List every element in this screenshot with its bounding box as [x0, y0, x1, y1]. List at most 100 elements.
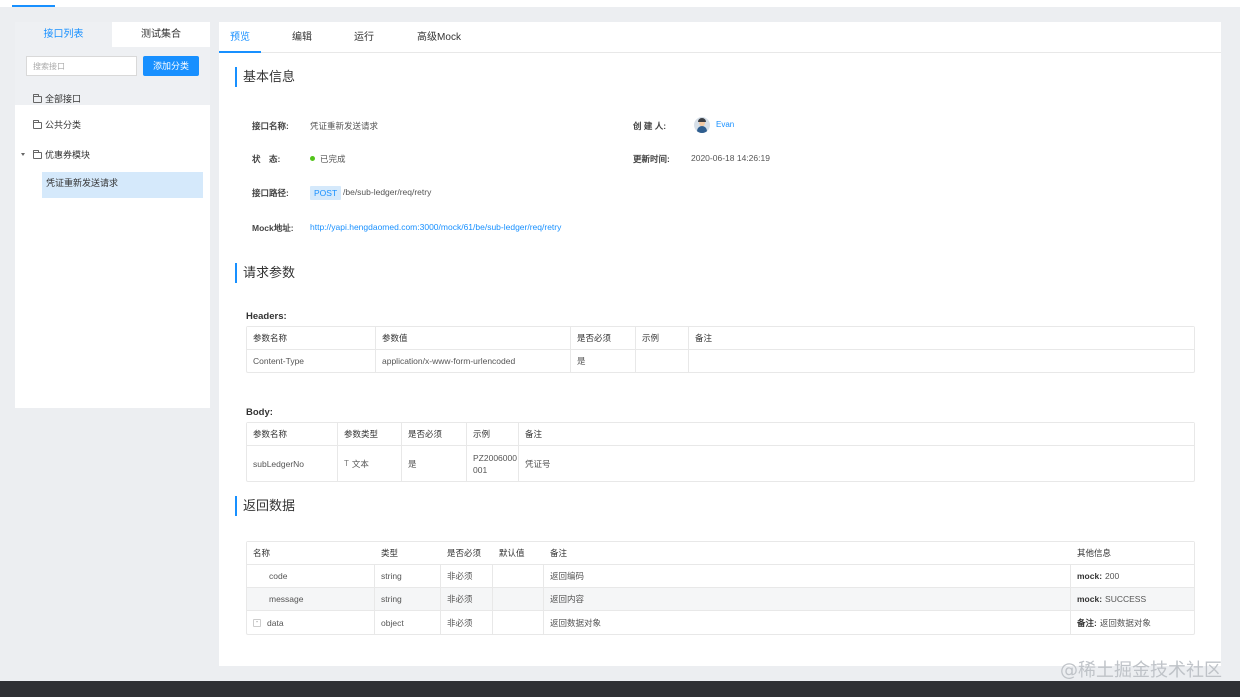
table-header-row: 参数名称 参数类型 是否必须 示例 备注 — [247, 423, 1194, 446]
column-header: 是否必须 — [447, 548, 482, 558]
folder-open-icon — [33, 150, 42, 159]
search-input[interactable] — [26, 56, 137, 76]
headers-table: 参数名称 参数值 是否必须 示例 备注 Content-Type applica… — [246, 326, 1195, 373]
table-cell: mock: 200 — [1077, 571, 1120, 581]
column-header: 备注 — [550, 548, 568, 558]
column-header: 参数类型 — [338, 423, 402, 445]
path-label: 接口路径: — [252, 188, 289, 198]
tree-item-label: 全部接口 — [45, 94, 82, 104]
table-cell: 非必须 — [441, 565, 493, 587]
tab-preview[interactable]: 预览 — [219, 22, 261, 53]
tree-item-coupon[interactable]: 优惠券模块 — [33, 145, 90, 165]
interface-name-label: 接口名称: — [252, 121, 289, 131]
body-table: 参数名称 参数类型 是否必须 示例 备注 subLedgerNo T 文本 是 P… — [246, 422, 1195, 482]
table-cell: 非必须 — [441, 611, 493, 634]
table-cell: T 文本 — [338, 446, 402, 481]
add-category-button[interactable]: 添加分类 — [143, 56, 199, 76]
footer-bar — [0, 681, 1240, 697]
method-badge: POST — [310, 186, 342, 200]
body-title: Body: — [246, 407, 273, 418]
table-cell — [493, 588, 544, 610]
table-cell: code — [247, 565, 375, 587]
tab-edit[interactable]: 编辑 — [281, 22, 323, 53]
table-cell: Content-Type — [247, 350, 376, 372]
table-cell — [636, 350, 689, 372]
mock-label: Mock地址: — [252, 223, 294, 233]
updated-time-label: 更新时间: — [633, 154, 670, 164]
updated-time-value: 2020-06-18 14:26:19 — [691, 153, 770, 163]
table-cell — [493, 565, 544, 587]
sidebar: 接口列表 测试集合 添加分类 全部接口 公共分类 优惠券模块 凭证重新发送请求 — [15, 22, 210, 408]
table-cell: message — [247, 588, 375, 610]
column-header: 是否必须 — [571, 327, 636, 349]
folder-icon — [33, 94, 42, 103]
column-header: 参数值 — [376, 327, 571, 349]
creator-link[interactable]: Evan — [716, 120, 734, 129]
tree-item-selected-interface[interactable]: 凭证重新发送请求 — [42, 172, 203, 198]
column-header: 是否必须 — [402, 423, 467, 445]
status-text: 已完成 — [320, 154, 346, 164]
interface-name-value: 凭证重新发送请求 — [310, 121, 379, 131]
mock-url-link[interactable]: http://yapi.hengdaomed.com:3000/mock/61/… — [310, 222, 561, 232]
column-header: 参数名称 — [247, 327, 376, 349]
table-cell: 返回编码 — [544, 565, 1071, 587]
watermark: @稀土掘金技术社区 — [1060, 660, 1222, 681]
tree-item-all[interactable]: 全部接口 — [33, 89, 81, 109]
table-header-row: 名称 类型 是否必须 默认值 备注 其他信息 — [247, 542, 1194, 565]
column-header: 类型 — [381, 548, 399, 558]
table-cell: PZ2006000 001 — [467, 446, 519, 481]
column-header: 示例 — [636, 327, 689, 349]
table-header-row: 参数名称 参数值 是否必须 示例 备注 — [247, 327, 1194, 350]
status-value: 已完成 — [310, 153, 346, 165]
main-tabs: 预览 编辑 运行 高级Mock — [219, 22, 1221, 53]
path-value: /be/sub-ledger/req/retry — [343, 187, 432, 197]
section-title-basic: 基本信息 — [235, 67, 295, 87]
table-cell: 是 — [402, 446, 467, 481]
table-cell: mock: SUCCESS — [1077, 594, 1147, 604]
column-header: 备注 — [695, 333, 713, 343]
table-cell: application/x-www-form-urlencoded — [376, 350, 571, 372]
column-header: 参数名称 — [247, 423, 338, 445]
column-header: 默认值 — [499, 548, 525, 558]
active-nav-indicator — [12, 5, 55, 7]
table-cell: 返回内容 — [544, 588, 1071, 610]
table-cell: subLedgerNo — [247, 446, 338, 481]
expand-icon[interactable]: - — [253, 618, 261, 627]
main-panel: 预览 编辑 运行 高级Mock 基本信息 接口名称: 凭证重新发送请求 创 建 … — [219, 22, 1221, 666]
creator-label: 创 建 人: — [633, 121, 667, 131]
status-label: 状 态: — [252, 154, 281, 164]
caret-down-icon[interactable] — [21, 153, 25, 156]
table-cell — [493, 611, 544, 634]
table-row[interactable]: - data object 非必须 返回数据对象 备注: 返回数据对象 — [247, 611, 1194, 634]
table-cell: object — [375, 611, 441, 634]
table-cell — [689, 350, 1194, 372]
column-header: 示例 — [467, 423, 519, 445]
tab-test-collection[interactable]: 测试集合 — [112, 22, 210, 47]
tree-item-label: 公共分类 — [45, 120, 82, 130]
table-cell: string — [375, 565, 441, 587]
folder-icon — [33, 120, 42, 129]
avatar[interactable] — [694, 117, 710, 133]
text-type-icon: T — [344, 459, 349, 468]
tree-item-label: 优惠券模块 — [45, 150, 91, 160]
table-cell: 凭证号 — [525, 458, 551, 469]
tab-advanced-mock[interactable]: 高级Mock — [409, 22, 469, 53]
tree-item-public[interactable]: 公共分类 — [33, 115, 81, 135]
table-row[interactable]: message string 非必须 返回内容 mock: SUCCESS — [247, 588, 1194, 611]
top-bar — [0, 0, 1240, 7]
type-text: 文本 — [351, 458, 369, 469]
table-row[interactable]: code string 非必须 返回编码 mock: 200 — [247, 565, 1194, 588]
table-cell: string — [375, 588, 441, 610]
table-cell: 非必须 — [441, 588, 493, 610]
tab-interface-list[interactable]: 接口列表 — [15, 22, 112, 47]
status-dot — [310, 156, 315, 161]
section-title-request: 请求参数 — [235, 263, 295, 283]
table-cell: 返回数据对象 — [544, 611, 1071, 634]
headers-title: Headers: — [246, 311, 287, 322]
table-cell: - data — [247, 611, 375, 634]
column-header: 其他信息 — [1077, 548, 1112, 558]
table-row: Content-Type application/x-www-form-urle… — [247, 350, 1194, 372]
sidebar-tabs: 接口列表 测试集合 — [15, 22, 210, 47]
response-table: 名称 类型 是否必须 默认值 备注 其他信息 code string 非必须 返… — [246, 541, 1195, 635]
tab-run[interactable]: 运行 — [343, 22, 385, 53]
